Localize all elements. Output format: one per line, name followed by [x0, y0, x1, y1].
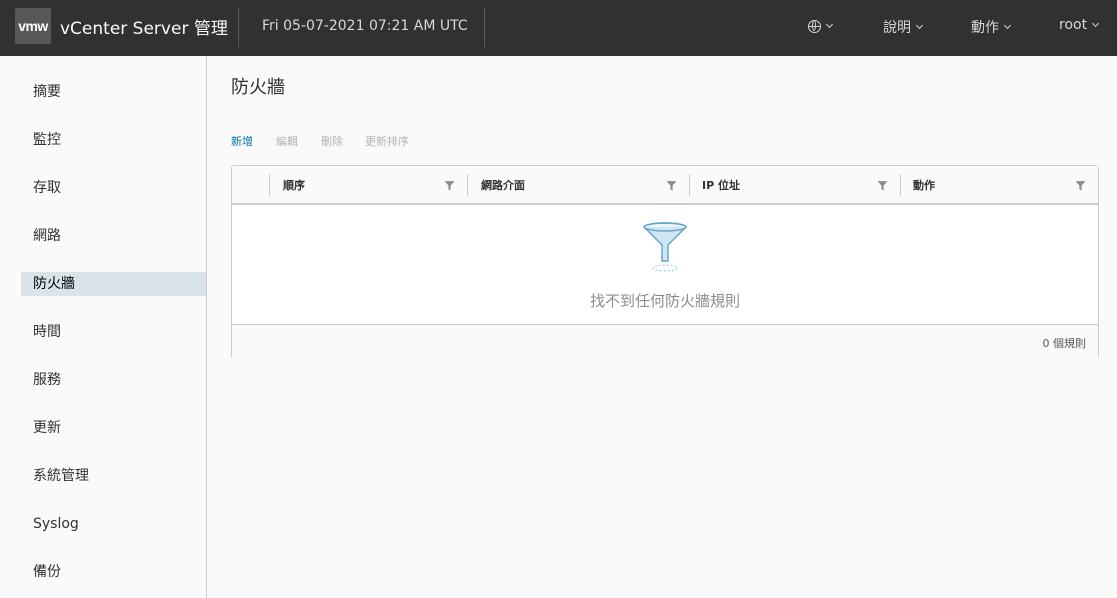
- edit-button[interactable]: 編輯: [276, 133, 298, 149]
- sidebar-item-services[interactable]: 服務: [21, 368, 206, 392]
- empty-state-message: 找不到任何防火牆規則: [589, 292, 740, 310]
- chevron-down-icon: [1003, 21, 1012, 29]
- sidebar-item-update[interactable]: 更新: [21, 416, 206, 440]
- chevron-down-icon: [1092, 19, 1100, 27]
- user-menu[interactable]: root: [1059, 17, 1100, 33]
- vmware-logo: vmw: [15, 8, 51, 44]
- top-header: vmw vCenter Server 管理 Fri 05-07-2021 07:…: [0, 0, 1117, 56]
- column-header-action[interactable]: 動作: [913, 177, 935, 193]
- filter-icon[interactable]: [666, 180, 677, 191]
- column-separator: [900, 174, 901, 196]
- sidebar-nav: 摘要 監控 存取 網路 防火牆 時間 服務 更新 系統管理 Syslog 備份: [0, 56, 207, 598]
- help-menu[interactable]: 說明: [883, 17, 924, 37]
- chevron-down-icon: [915, 21, 924, 29]
- column-header-network-interface[interactable]: 網路介面: [481, 177, 525, 193]
- actions-menu[interactable]: 動作: [971, 17, 1012, 37]
- column-header-order[interactable]: 順序: [283, 177, 305, 193]
- sidebar-item-syslog[interactable]: Syslog: [21, 512, 206, 536]
- sidebar-item-summary[interactable]: 摘要: [21, 80, 206, 104]
- language-menu[interactable]: [808, 20, 834, 33]
- column-header-ip-address[interactable]: IP 位址: [702, 177, 740, 193]
- column-separator: [689, 174, 690, 196]
- filter-icon[interactable]: [877, 180, 888, 191]
- filter-icon[interactable]: [444, 180, 455, 191]
- actions-menu-label: 動作: [971, 20, 999, 36]
- chevron-down-icon: [825, 20, 834, 29]
- column-separator: [269, 174, 270, 196]
- user-menu-label: root: [1059, 17, 1088, 33]
- column-separator: [467, 174, 468, 196]
- firewall-rules-grid: 順序 網路介面 IP 位址 動作 找不到任何防火牆規則 0 個規則: [231, 165, 1099, 359]
- filter-icon[interactable]: [1075, 180, 1086, 191]
- reorder-button[interactable]: 更新排序: [365, 133, 409, 149]
- app-title: vCenter Server 管理: [60, 19, 228, 39]
- globe-icon: [808, 20, 821, 33]
- sidebar-item-access[interactable]: 存取: [21, 176, 206, 200]
- sidebar-item-firewall[interactable]: 防火牆: [21, 272, 206, 296]
- page-title: 防火牆: [231, 77, 285, 98]
- header-divider: [238, 7, 239, 47]
- sidebar-item-monitor[interactable]: 監控: [21, 128, 206, 152]
- header-divider: [484, 7, 485, 47]
- sidebar-item-backup[interactable]: 備份: [21, 560, 206, 584]
- grid-footer: 0 個規則: [232, 324, 1098, 359]
- empty-funnel-icon: [643, 222, 687, 272]
- grid-header: 順序 網路介面 IP 位址 動作: [232, 166, 1098, 205]
- sidebar-item-networking[interactable]: 網路: [21, 224, 206, 248]
- help-menu-label: 說明: [883, 20, 911, 36]
- delete-button[interactable]: 刪除: [321, 133, 343, 149]
- header-datetime: Fri 05-07-2021 07:21 AM UTC: [262, 18, 468, 34]
- sidebar-item-time[interactable]: 時間: [21, 320, 206, 344]
- sidebar-item-administration[interactable]: 系統管理: [21, 464, 206, 488]
- rule-count: 0 個規則: [1042, 337, 1087, 350]
- add-button[interactable]: 新增: [231, 133, 253, 149]
